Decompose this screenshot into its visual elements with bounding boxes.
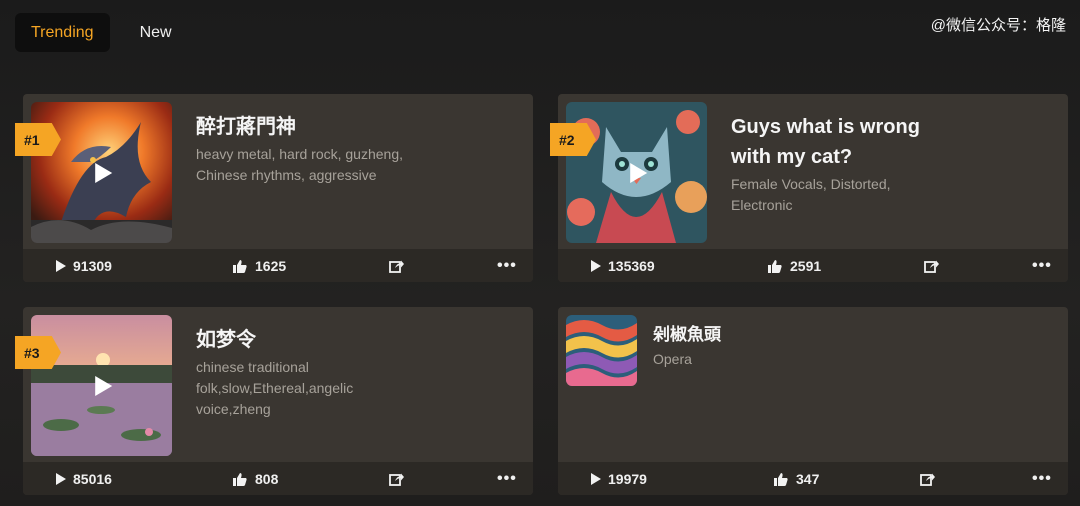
like-count[interactable]: 808 — [232, 471, 278, 487]
song-title[interactable]: Guys what is wrong with my cat? — [731, 112, 951, 172]
play-overlay-icon[interactable] — [94, 162, 112, 183]
play-count[interactable]: 135369 — [591, 258, 655, 274]
share-icon — [923, 258, 939, 274]
watermark: @微信公众号：格隆 — [930, 17, 1066, 34]
song-tags: heavy metal, hard rock, guzheng, Chinese… — [196, 146, 404, 183]
song-card-1[interactable]: #1 醉打蔣門神 heavy metal, hard rock, guzheng… — [15, 94, 533, 282]
play-icon — [591, 259, 601, 272]
more-icon[interactable]: ••• — [1032, 257, 1052, 273]
song-tags: Female Vocals, Distorted, Electronic — [731, 176, 891, 213]
rank-badge: #3 — [15, 336, 61, 369]
rank-badge: #2 — [550, 123, 596, 156]
share-button[interactable] — [388, 471, 404, 487]
card-footer: 91309 1625 ••• — [23, 249, 533, 282]
like-count[interactable]: 1625 — [232, 258, 286, 274]
play-overlay-icon[interactable] — [629, 162, 647, 183]
card-footer: 135369 2591 ••• — [558, 249, 1068, 282]
song-cover-cat[interactable] — [566, 102, 707, 243]
song-tags: Opera — [653, 351, 692, 367]
play-icon — [56, 259, 66, 272]
share-button[interactable] — [919, 471, 935, 487]
song-cover-dragon[interactable] — [31, 102, 172, 243]
song-title[interactable]: 如梦令 — [196, 325, 436, 355]
song-tags: chinese traditional folk,slow,Ethereal,a… — [196, 359, 354, 417]
thumbs-up-icon — [232, 471, 248, 487]
thumbs-up-icon — [773, 471, 789, 487]
card-footer: 19979 347 ••• — [558, 462, 1068, 495]
share-button[interactable] — [923, 258, 939, 274]
play-count[interactable]: 85016 — [56, 471, 112, 487]
play-icon — [591, 472, 601, 485]
song-card-4[interactable]: 剁椒魚頭 Opera 19979 347 ••• — [558, 307, 1068, 495]
tab-bar: Trending New — [15, 13, 188, 52]
song-cover-lotus[interactable] — [31, 315, 172, 456]
song-cover-waves[interactable] — [566, 315, 637, 386]
more-icon[interactable]: ••• — [497, 470, 517, 486]
song-card-3[interactable]: #3 如梦令 chinese traditional folk,slow,Eth… — [15, 307, 533, 495]
share-icon — [388, 258, 404, 274]
like-count[interactable]: 347 — [773, 471, 819, 487]
rank-badge: #1 — [15, 123, 61, 156]
tab-trending[interactable]: Trending — [15, 13, 110, 52]
song-title[interactable]: 醉打蔣門神 — [196, 112, 436, 142]
share-icon — [388, 471, 404, 487]
share-button[interactable] — [388, 258, 404, 274]
card-footer: 85016 808 ••• — [23, 462, 533, 495]
more-icon[interactable]: ••• — [497, 257, 517, 273]
play-overlay-icon[interactable] — [94, 375, 112, 396]
like-count[interactable]: 2591 — [767, 258, 821, 274]
share-icon — [919, 471, 935, 487]
thumbs-up-icon — [232, 258, 248, 274]
tab-new[interactable]: New — [124, 13, 188, 52]
song-title[interactable]: 剁椒魚頭 — [653, 323, 893, 347]
song-card-2[interactable]: #2 Guys what is wrong with my cat? Femal… — [550, 94, 1068, 282]
thumbs-up-icon — [767, 258, 783, 274]
play-icon — [56, 472, 66, 485]
play-count[interactable]: 91309 — [56, 258, 112, 274]
more-icon[interactable]: ••• — [1032, 470, 1052, 486]
play-count[interactable]: 19979 — [591, 471, 647, 487]
